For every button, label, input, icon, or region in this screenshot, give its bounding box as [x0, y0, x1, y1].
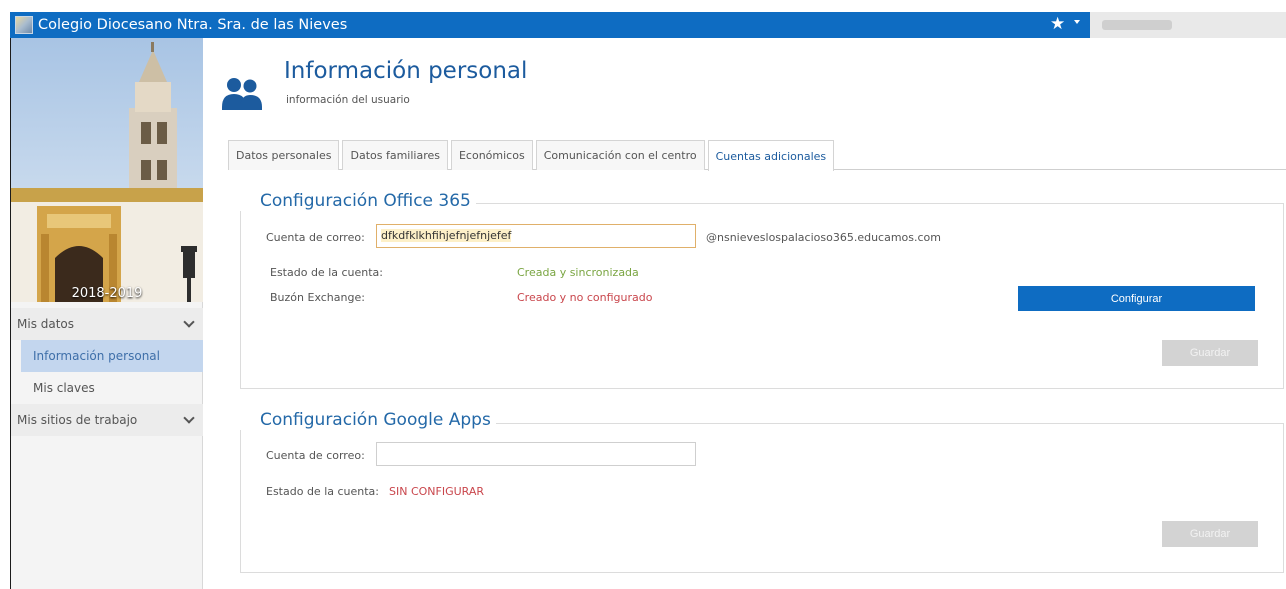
chevron-down-icon[interactable] — [183, 316, 195, 328]
page-title: Información personal — [284, 58, 528, 84]
sidebar-item-label: Información personal — [33, 349, 160, 363]
sidebar-nav: Mis datos Información personal Mis clave… — [11, 308, 203, 436]
office365-legend: Configuración Office 365 — [240, 191, 476, 211]
app-title[interactable]: Colegio Diocesano Ntra. Sra. de las Niev… — [38, 17, 347, 33]
google-status-label: Estado de la cuenta: — [266, 485, 380, 498]
school-logo-icon — [15, 16, 33, 34]
office-status-value: Creada y sincronizada — [517, 266, 639, 279]
school-year: 2018-2019 — [71, 286, 143, 301]
google-save-button[interactable]: Guardar — [1162, 521, 1258, 547]
user-name-redacted — [1102, 20, 1172, 30]
google-apps-legend: Configuración Google Apps — [240, 410, 496, 430]
sidebar-item-label: Mis claves — [33, 381, 95, 395]
chevron-down-icon[interactable] — [183, 412, 195, 424]
star-icon[interactable]: ★ — [1050, 15, 1065, 33]
sidebar: 2018-2019 Mis datos Información personal… — [10, 38, 203, 589]
office-email-input[interactable]: dfkdfklkhfihjefnjefnjefef — [376, 224, 696, 248]
office-email-label: Cuenta de correo: — [266, 231, 365, 244]
office-status-label: Estado de la cuenta: — [270, 266, 384, 279]
tab-comunicacion-con-el-centro[interactable]: Comunicación con el centro — [535, 140, 705, 170]
sidebar-item-mis-sitios-de-trabajo[interactable]: Mis sitios de trabajo — [11, 404, 203, 436]
sidebar-item-label: Mis datos — [17, 317, 75, 331]
chevron-down-icon[interactable] — [1074, 20, 1080, 24]
tab-bar: Datos personales Datos familiares Económ… — [228, 140, 1286, 171]
app-header: Colegio Diocesano Ntra. Sra. de las Niev… — [10, 12, 1286, 38]
sidebar-item-mis-datos[interactable]: Mis datos — [11, 308, 203, 340]
office-email-domain: @nsnieveslospalacioso365.educamos.com — [706, 231, 942, 244]
google-status-value: SIN CONFIGURAR — [389, 485, 485, 498]
tab-cuentas-adicionales[interactable]: Cuentas adicionales — [707, 140, 835, 171]
google-email-input[interactable] — [376, 442, 696, 466]
tab-datos-personales[interactable]: Datos personales — [228, 140, 340, 170]
sidebar-item-mis-claves[interactable]: Mis claves — [11, 372, 203, 404]
sidebar-item-informacion-personal[interactable]: Información personal — [21, 340, 203, 372]
user-menu[interactable] — [1090, 12, 1286, 38]
configure-button[interactable]: Configurar — [1018, 286, 1255, 311]
page-subtitle: información del usuario — [286, 94, 410, 106]
school-photo — [11, 38, 203, 302]
office-email-value: dfkdfklkhfihjefnjefnjefef — [381, 229, 512, 242]
office-exchange-label: Buzón Exchange: — [270, 291, 365, 304]
sidebar-item-label: Mis sitios de trabajo — [17, 413, 138, 427]
users-icon — [222, 78, 262, 110]
office-exchange-value: Creado y no configurado — [517, 291, 653, 304]
top-strip — [0, 0, 1286, 12]
office-save-button[interactable]: Guardar — [1162, 340, 1258, 366]
tab-datos-familiares[interactable]: Datos familiares — [342, 140, 448, 170]
tab-economicos[interactable]: Económicos — [450, 140, 533, 170]
google-email-label: Cuenta de correo: — [266, 449, 365, 462]
